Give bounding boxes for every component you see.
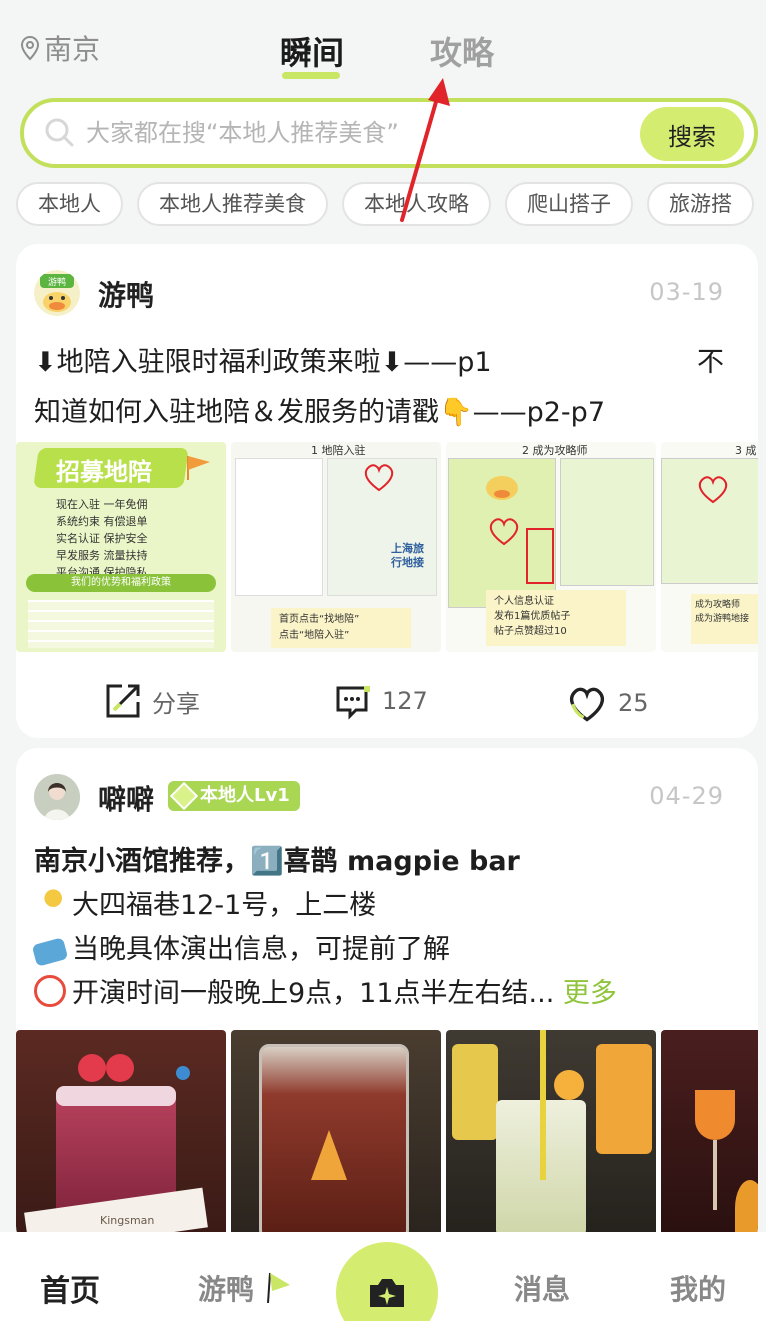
svg-text:游鸭: 游鸭 xyxy=(48,276,66,288)
nav-youya-label: 游鸭 xyxy=(198,1273,255,1306)
search-bar: 搜索 xyxy=(20,98,758,168)
flag-icon xyxy=(187,456,210,480)
more-link[interactable]: 更多 xyxy=(563,978,617,1009)
avatar[interactable]: 游鸭 xyxy=(34,270,80,316)
step-note: 帖子点赞超过10 xyxy=(494,626,567,637)
suggestion-chips: 本地人 本地人推荐美食 本地人攻略 爬山搭子 旅游搭 xyxy=(16,182,766,228)
post-title-line2: 知道如何入驻地陪＆发服务的请戳👇——p2-p7 xyxy=(34,397,605,428)
post-line: 南京小酒馆推荐，1️⃣喜鹊 magpie bar xyxy=(34,846,520,877)
like-button[interactable]: 25 xyxy=(566,682,649,724)
poster-heading: 招募地陪 xyxy=(56,458,152,486)
bottom-nav: 首页 游鸭 消息 我的 xyxy=(0,1232,766,1321)
poster-line: 实名认证 保护安全 xyxy=(56,532,148,545)
flag-icon xyxy=(266,1272,290,1304)
post-image[interactable]: 招募地陪 现在入驻 一年免佣 系统约束 有偿退单 实名认证 保护安全 早发服务 … xyxy=(16,442,226,652)
step-label: 2 成为攻略师 xyxy=(522,444,588,457)
location-selector[interactable]: 南京 xyxy=(20,28,100,68)
chip-travel-buddy[interactable]: 旅游搭 xyxy=(647,182,754,226)
poster-footer: 我们的优势和福利政策 xyxy=(26,574,216,592)
share-button[interactable]: 分享 xyxy=(104,682,200,720)
tab-guides[interactable]: 攻略 xyxy=(430,28,494,74)
post-title-line1-right: 不 xyxy=(697,347,724,378)
coaster-text: Kingsman xyxy=(100,1214,155,1227)
nav-mine[interactable]: 我的 xyxy=(670,1268,726,1308)
author-name[interactable]: 游鸭 xyxy=(98,274,154,314)
badge-label: 本地人Lv1 xyxy=(200,785,290,806)
location-pin-icon xyxy=(20,35,40,61)
tab-moments[interactable]: 瞬间 xyxy=(280,28,344,74)
search-icon xyxy=(45,118,74,147)
post-date: 04-29 xyxy=(649,782,724,810)
alarm-clock-icon xyxy=(34,975,66,1007)
post-image[interactable] xyxy=(661,1030,758,1236)
duck-icon xyxy=(486,476,518,500)
ticket-icon xyxy=(31,937,69,967)
post-image[interactable]: Kingsman xyxy=(16,1030,226,1236)
poster-line: 现在入驻 一年免佣 xyxy=(56,498,148,511)
like-count: 25 xyxy=(618,689,649,717)
post-image[interactable] xyxy=(231,1030,441,1236)
heart-mark-icon xyxy=(364,464,394,492)
active-tab-indicator xyxy=(282,72,340,79)
search-input[interactable] xyxy=(86,119,606,147)
post-title[interactable]: ⬇地陪入驻限时福利政策来啦⬇——p1 不 知道如何入驻地陪＆发服务的请戳👇——p… xyxy=(34,338,744,438)
post-image[interactable]: 1 地陪入驻 上海旅行地接 首页点击“找地陪” 点击“地陪入驻” xyxy=(231,442,441,652)
chip-local[interactable]: 本地人 xyxy=(16,182,123,226)
poster-line: 系统约束 有偿退单 xyxy=(56,515,148,528)
top-bar: 南京 瞬间 攻略 xyxy=(0,0,766,96)
step-note: 首页点击“找地陪” xyxy=(279,614,360,625)
post-images: Kingsman xyxy=(16,1030,758,1236)
post-image[interactable] xyxy=(446,1030,656,1236)
heart-icon xyxy=(570,687,604,722)
camera-button[interactable] xyxy=(336,1242,438,1321)
share-label: 分享 xyxy=(152,689,200,718)
post-title-line1: ⬇地陪入驻限时福利政策来啦⬇——p1 xyxy=(34,347,492,378)
search-button[interactable]: 搜索 xyxy=(640,107,744,161)
author-name[interactable]: 噼噼 xyxy=(98,778,154,818)
heart-mark-icon xyxy=(489,518,519,546)
step-label: 3 成 xyxy=(735,444,757,457)
post-line: 大四福巷12-1号，上二楼 xyxy=(34,884,744,928)
avatar[interactable] xyxy=(34,774,80,820)
post-body[interactable]: 南京小酒馆推荐，1️⃣喜鹊 magpie bar 大四福巷12-1号，上二楼 当… xyxy=(31,840,744,1016)
level-badge: 本地人Lv1 xyxy=(168,781,300,811)
post-line: 开演时间一般晚上9点，11点半左右结... 更多 xyxy=(34,972,744,1016)
post-actions: 分享 127 25 xyxy=(16,676,758,726)
step-label: 1 地陪入驻 xyxy=(311,444,366,457)
chip-hiking-buddy[interactable]: 爬山搭子 xyxy=(505,182,633,226)
post-line: 当晚具体演出信息，可提前了解 xyxy=(31,928,744,972)
step-note: 个人信息认证 xyxy=(494,596,554,607)
nav-youya[interactable]: 游鸭 xyxy=(198,1268,292,1308)
post-images: 招募地陪 现在入驻 一年免佣 系统约束 有偿退单 实名认证 保护安全 早发服务 … xyxy=(16,442,758,652)
camera-icon xyxy=(370,1279,404,1307)
comment-count: 127 xyxy=(382,687,428,715)
step-note: 发布1篇优质帖子 xyxy=(494,611,571,622)
diamond-icon xyxy=(169,781,199,811)
poster-line: 早发服务 流量扶持 xyxy=(56,549,148,562)
step-note: 点击“地陪入驻” xyxy=(279,630,350,641)
user-photo-icon xyxy=(34,774,80,820)
post-card[interactable]: 游鸭 游鸭 03-19 ⬇地陪入驻限时福利政策来啦⬇——p1 不 知道如何入驻地… xyxy=(16,244,758,738)
nav-messages[interactable]: 消息 xyxy=(514,1268,570,1308)
pin-icon xyxy=(34,887,66,919)
post-image[interactable]: 3 成 成为攻略师 成为游鸭地接 xyxy=(661,442,758,652)
post-card[interactable]: 噼噼 本地人Lv1 04-29 南京小酒馆推荐，1️⃣喜鹊 magpie bar… xyxy=(16,748,758,1248)
share-icon xyxy=(106,684,140,718)
location-label: 南京 xyxy=(44,33,101,66)
post-date: 03-19 xyxy=(649,278,724,306)
step-note: 成为攻略师 xyxy=(695,600,741,610)
post-image[interactable]: 2 成为攻略师 个人信息认证 发布1篇优质帖子 帖子点赞超过10 xyxy=(446,442,656,652)
nav-home[interactable]: 首页 xyxy=(40,1266,100,1310)
chip-local-food[interactable]: 本地人推荐美食 xyxy=(137,182,328,226)
step-note: 成为游鸭地接 xyxy=(695,614,750,624)
chip-local-guide[interactable]: 本地人攻略 xyxy=(342,182,491,226)
comment-icon xyxy=(336,686,370,720)
duck-avatar-icon: 游鸭 xyxy=(34,270,80,316)
comment-button[interactable]: 127 xyxy=(334,682,428,720)
screenshot-label: 上海旅行地接 xyxy=(391,542,424,569)
heart-mark-icon xyxy=(698,476,728,504)
